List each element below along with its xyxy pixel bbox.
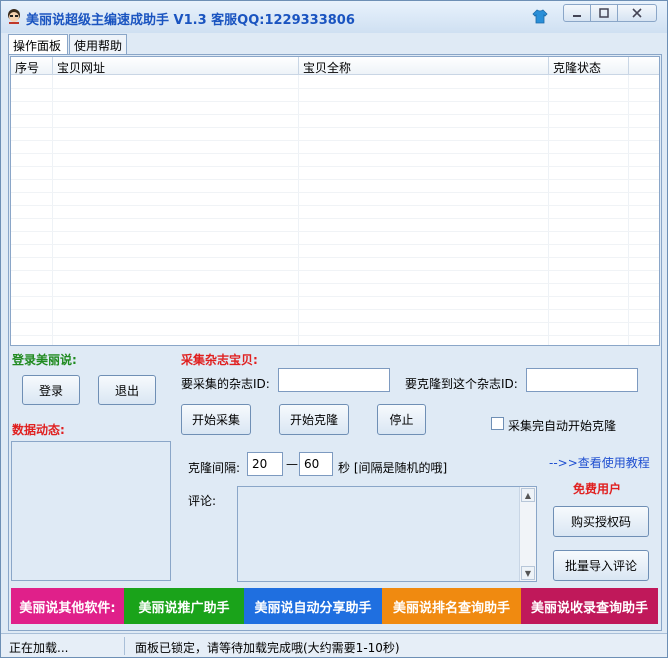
shirt-icon	[532, 9, 548, 24]
maximize-icon	[599, 8, 609, 18]
collect-header: 采集杂志宝贝:	[181, 353, 258, 367]
table-row	[11, 101, 659, 102]
status-message: 面板已锁定，请等待加载完成哦(大约需要1-10秒)	[135, 641, 400, 655]
source-magazine-id-input[interactable]	[278, 368, 390, 392]
interval-min-input[interactable]: 20	[247, 452, 283, 476]
tab-help[interactable]: 使用帮助	[69, 34, 127, 54]
table-row	[11, 114, 659, 115]
interval-label: 克隆间隔:	[188, 461, 241, 475]
table-row	[11, 283, 659, 284]
column-divider	[298, 75, 299, 345]
status-loading: 正在加载...	[5, 637, 125, 655]
tutorial-link[interactable]: -->>查看使用教程	[549, 454, 650, 471]
start-collect-button[interactable]: 开始采集	[181, 404, 251, 435]
import-comments-button[interactable]: 批量导入评论	[553, 550, 649, 581]
column-divider	[52, 75, 53, 345]
app-window: 美丽说超级主编速成助手 V1.3 客服QQ:1229333806 操作面板 使用…	[0, 0, 668, 658]
close-icon	[632, 8, 642, 18]
auto-share-helper-link[interactable]: 美丽说自动分享助手	[244, 588, 382, 624]
table-row	[11, 335, 659, 336]
column-header-status[interactable]: 克隆状态	[549, 57, 629, 75]
start-clone-button[interactable]: 开始克隆	[279, 404, 349, 435]
table-row	[11, 270, 659, 271]
free-user-badge: 免费用户	[573, 482, 622, 496]
auto-clone-label: 采集完自动开始克隆	[508, 419, 617, 433]
target-id-label: 要克隆到这个杂志ID:	[405, 377, 518, 391]
table-row	[11, 296, 659, 297]
title-bar: 美丽说超级主编速成助手 V1.3 客服QQ:1229333806	[1, 1, 667, 33]
comment-textarea[interactable]: ▲ ▼	[237, 486, 537, 582]
table-row	[11, 322, 659, 323]
auto-clone-checkbox[interactable]	[491, 417, 504, 430]
skin-button[interactable]	[531, 7, 549, 25]
source-id-label: 要采集的杂志ID:	[181, 377, 270, 391]
table-row	[11, 140, 659, 141]
table-row	[11, 231, 659, 232]
maximize-button[interactable]	[590, 4, 618, 22]
other-software-banner[interactable]: 美丽说其他软件:	[11, 588, 124, 624]
table-row	[11, 166, 659, 167]
app-avatar-icon	[8, 9, 20, 24]
table-row	[11, 257, 659, 258]
table-row	[11, 309, 659, 310]
operation-panel: 序号 宝贝网址 宝贝全称 克隆状态 登录美丽说: 登录 退出 数据动态: 采集杂…	[8, 54, 662, 631]
column-divider	[548, 75, 549, 345]
logout-button[interactable]: 退出	[98, 375, 156, 405]
tab-operation-panel[interactable]: 操作面板	[8, 34, 68, 55]
data-status-panel	[11, 441, 171, 581]
login-header: 登录美丽说:	[12, 353, 77, 367]
table-row	[11, 179, 659, 180]
table-row	[11, 153, 659, 154]
promotion-helper-link[interactable]: 美丽说推广助手	[124, 588, 244, 624]
column-header-index[interactable]: 序号	[11, 57, 53, 75]
interval-max-input[interactable]: 60	[299, 452, 333, 476]
interval-dash: —	[286, 457, 298, 471]
table-row	[11, 88, 659, 89]
comment-label: 评论:	[188, 494, 217, 508]
table-row	[11, 218, 659, 219]
table-header: 序号 宝贝网址 宝贝全称 克隆状态	[11, 57, 659, 75]
table-row	[11, 192, 659, 193]
table-row	[11, 244, 659, 245]
column-header-name[interactable]: 宝贝全称	[299, 57, 549, 75]
login-button[interactable]: 登录	[22, 375, 80, 405]
status-bar: 正在加载... 面板已锁定，请等待加载完成哦(大约需要1-10秒)	[1, 633, 667, 657]
scroll-up-icon[interactable]: ▲	[521, 488, 535, 502]
rank-query-helper-link[interactable]: 美丽说排名查询助手	[382, 588, 521, 624]
interval-unit-note: 秒 [间隔是随机的哦]	[338, 461, 448, 475]
stop-button[interactable]: 停止	[377, 404, 426, 435]
target-magazine-id-input[interactable]	[526, 368, 638, 392]
minimize-button[interactable]	[563, 4, 591, 22]
table-row	[11, 127, 659, 128]
column-header-url[interactable]: 宝贝网址	[53, 57, 299, 75]
index-query-helper-link[interactable]: 美丽说收录查询助手	[521, 588, 658, 624]
data-status-header: 数据动态:	[12, 423, 65, 437]
item-table[interactable]: 序号 宝贝网址 宝贝全称 克隆状态	[10, 56, 660, 346]
close-button[interactable]	[617, 4, 657, 22]
comment-scrollbar[interactable]: ▲ ▼	[519, 487, 536, 581]
column-divider	[628, 75, 629, 345]
table-row	[11, 205, 659, 206]
scroll-down-icon[interactable]: ▼	[521, 566, 535, 580]
buy-license-button[interactable]: 购买授权码	[553, 506, 649, 537]
window-title: 美丽说超级主编速成助手 V1.3 客服QQ:1229333806	[26, 13, 355, 28]
minimize-icon	[573, 15, 581, 17]
